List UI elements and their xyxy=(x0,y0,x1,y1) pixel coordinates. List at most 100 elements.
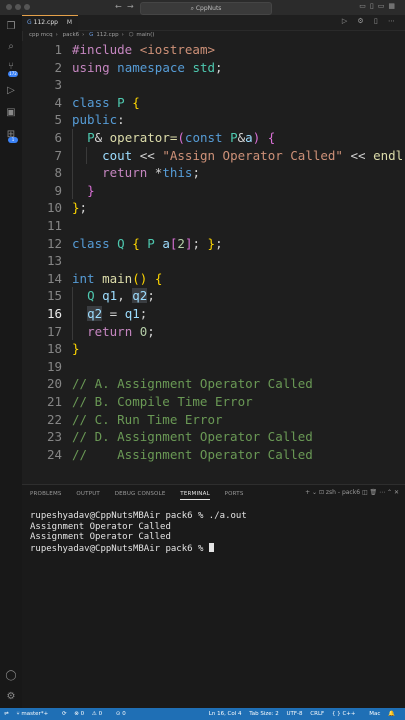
code-line[interactable]: 9 } xyxy=(22,182,405,200)
branch-indicator[interactable]: ⑂ master*+ xyxy=(16,711,54,717)
code-text: // D. Assignment Operator Called xyxy=(72,429,313,445)
code-line[interactable]: 3 xyxy=(22,76,405,94)
tab-ports[interactable]: PORTS xyxy=(225,491,244,497)
add-terminal-icon[interactable]: + ⌄ xyxy=(305,489,317,496)
editor-actions[interactable]: ▷ ⚙ ▯ ⋯ xyxy=(342,17,399,25)
code-line[interactable]: 21 // B. Compile Time Error xyxy=(22,393,405,411)
indent-guide xyxy=(72,287,73,341)
encoding[interactable]: UTF-8 xyxy=(287,711,303,717)
tab-problems[interactable]: PROBLEMS xyxy=(30,491,62,497)
extensions-badge: 1 xyxy=(8,137,18,143)
line-number: 13 xyxy=(46,253,62,269)
line-number: 5 xyxy=(54,112,62,128)
code-line[interactable]: 6 P& operator=(const P&a) { xyxy=(22,129,405,147)
code-line[interactable]: 19 xyxy=(22,358,405,376)
ports-count: 0 xyxy=(122,711,126,717)
editor-tab-bar: G 112.cpp M ▷ ⚙ ▯ ⋯ xyxy=(22,15,405,31)
breadcrumb-item[interactable]: pack6 xyxy=(63,32,80,38)
code-line[interactable]: 1 #include <iostream> xyxy=(22,41,405,59)
code-line[interactable]: 2 using namespace std; xyxy=(22,59,405,77)
code-line[interactable]: 24 // Assignment Operator Called xyxy=(22,446,405,464)
maximize-window-button[interactable] xyxy=(24,4,30,10)
close-panel-icon[interactable]: ✕ xyxy=(394,489,399,496)
shell-label[interactable]: zsh - pack6 xyxy=(326,489,360,496)
code-line[interactable]: 5 public: xyxy=(22,111,405,129)
breadcrumb-item[interactable]: main() xyxy=(136,32,154,38)
code-line[interactable]: 15 Q q1, q2; xyxy=(22,287,405,305)
ports-indicator[interactable]: ⊙ 0 xyxy=(116,711,132,717)
code-line[interactable]: 20 // A. Assignment Operator Called xyxy=(22,375,405,393)
bottom-panel: PROBLEMS OUTPUT DEBUG CONSOLE TERMINAL P… xyxy=(22,484,405,709)
code-line[interactable]: 4 class P { xyxy=(22,94,405,112)
tab-debug-console[interactable]: DEBUG CONSOLE xyxy=(115,491,166,497)
code-line[interactable]: 8 return *this; xyxy=(22,164,405,182)
terminal-line: rupeshyadav@CppNutsMBAir pack6 % ./a.out xyxy=(30,511,247,521)
line-number: 14 xyxy=(46,270,62,286)
close-window-button[interactable] xyxy=(6,4,12,10)
problems-indicator[interactable]: ⊗ 0 ⚠ 0 xyxy=(74,711,108,717)
settings-gear-icon[interactable]: ⚙ xyxy=(5,691,17,703)
code-text: return *this; xyxy=(102,165,200,181)
back-arrow-icon[interactable]: ← xyxy=(115,2,122,11)
maximize-panel-icon[interactable]: ⌃ xyxy=(387,489,392,496)
language-mode[interactable]: { } C++ xyxy=(332,711,362,717)
sync-icon[interactable]: ⟳ xyxy=(62,711,67,717)
line-number: 6 xyxy=(54,130,62,145)
code-line[interactable]: 14 int main() { xyxy=(22,270,405,288)
code-editor[interactable]: 1 #include <iostream> 2 using namespace std… xyxy=(22,41,405,484)
minimize-window-button[interactable] xyxy=(15,4,21,10)
remote-explorer-icon[interactable]: ▣ xyxy=(5,107,17,119)
forward-arrow-icon[interactable]: → xyxy=(127,2,134,11)
cursor-position[interactable]: Ln 16, Col 4 xyxy=(209,711,242,717)
code-line[interactable]: 22 // C. Run Time Error xyxy=(22,411,405,429)
code-line[interactable]: 17 return 0; xyxy=(22,323,405,341)
search-sidebar-icon[interactable]: ⌕ xyxy=(5,41,17,53)
code-line[interactable]: 11 xyxy=(22,217,405,235)
tab-112-cpp[interactable]: G 112.cpp M xyxy=(22,15,78,31)
tab-size[interactable]: Tab Size: 2 xyxy=(249,711,278,717)
line-number: 15 xyxy=(46,288,62,304)
warning-count: 0 xyxy=(98,711,103,717)
line-endings[interactable]: CRLF xyxy=(310,711,324,717)
code-line[interactable]: 12 class Q { P a[2]; }; xyxy=(22,235,405,253)
code-text: }; xyxy=(72,200,88,216)
command-center-search[interactable]: ⌕ CppNuts xyxy=(140,2,272,15)
terminal-cursor xyxy=(208,542,214,552)
code-line[interactable]: 18} xyxy=(22,340,405,358)
code-line[interactable]: 13 xyxy=(22,252,405,270)
layout-controls[interactable]: ▭▯▭▦ xyxy=(359,2,399,10)
terminal-shell-icon: ⊡ xyxy=(318,489,326,496)
line-number: 18 xyxy=(46,341,62,357)
search-text: CppNuts xyxy=(195,5,222,12)
code-line[interactable]: 16 q2 = q1; xyxy=(22,305,405,323)
branch-name: master*+ xyxy=(21,711,49,717)
kill-terminal-icon[interactable]: 🗑 xyxy=(370,489,378,496)
breadcrumb-item[interactable]: cpp mcq xyxy=(29,32,53,38)
account-icon[interactable]: ◯ xyxy=(5,670,17,682)
source-control-badge: 172 xyxy=(8,71,18,77)
code-text: class Q { P a[2]; }; xyxy=(72,235,223,251)
line-number: 12 xyxy=(46,235,62,251)
line-number: 20 xyxy=(46,376,62,392)
notifications-bell-icon[interactable]: 🔔 xyxy=(388,711,395,717)
line-number: 21 xyxy=(46,394,62,409)
function-icon: ⬡ xyxy=(128,32,134,38)
line-number: 19 xyxy=(46,358,62,374)
explorer-icon[interactable]: ❐ xyxy=(5,21,17,33)
code-text: } xyxy=(87,182,95,198)
code-text: // C. Run Time Error xyxy=(72,411,223,427)
tab-terminal[interactable]: TERMINAL xyxy=(180,491,210,500)
code-text: return 0; xyxy=(87,323,155,339)
tab-output[interactable]: OUTPUT xyxy=(76,491,100,497)
code-line[interactable]: 23 // D. Assignment Operator Called xyxy=(22,428,405,446)
split-terminal-icon[interactable]: ◫ xyxy=(362,489,368,496)
breadcrumb-item[interactable]: 112.cpp xyxy=(96,32,118,38)
platform[interactable]: Mac xyxy=(369,711,380,717)
run-debug-icon[interactable]: ▷ xyxy=(5,85,17,97)
more-actions-icon[interactable]: ⋯ xyxy=(379,489,385,496)
line-number: 11 xyxy=(46,218,62,233)
remote-indicator-icon[interactable]: ⇌ xyxy=(4,711,9,717)
code-line[interactable]: 7 cout << "Assign Operator Called" << en… xyxy=(22,147,405,165)
terminal-output[interactable]: rupeshyadav@CppNutsMBAir pack6 % ./a.out… xyxy=(30,511,247,554)
code-line[interactable]: 10}; xyxy=(22,199,405,217)
